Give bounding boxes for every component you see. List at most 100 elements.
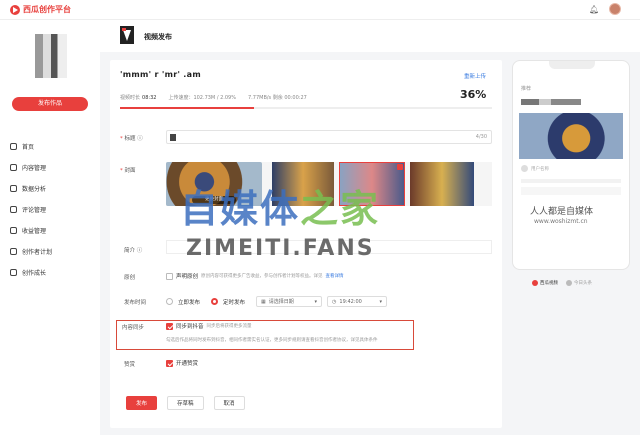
upload-progress-bar <box>120 107 492 109</box>
chart-icon <box>10 185 17 192</box>
preview-cover-image <box>519 113 623 159</box>
speed-stat: 上传速度：102.73M / 2.09% <box>168 95 236 101</box>
publish-time-label: 发布时间 <box>124 300 147 306</box>
home-icon <box>10 143 17 150</box>
plan-icon <box>10 248 17 255</box>
sync-highlight-box <box>116 320 414 350</box>
chevron-down-icon: ▾ <box>314 298 318 305</box>
calendar-icon: ▦ <box>261 298 266 305</box>
declare-hint: 原创内容可获得更多广告收益，参与创作者计划等权益。详见 <box>201 274 323 279</box>
praise-checkbox[interactable] <box>166 359 173 367</box>
size-stat: 7.77MB/s 剩余 00:00:27 <box>248 95 307 101</box>
phone-notch <box>549 61 595 69</box>
tab-toutiao[interactable]: 今日头条 <box>566 280 592 286</box>
upload-percent: 36% <box>460 88 487 101</box>
praise-option: 开通赞赏 <box>176 361 199 367</box>
praise-row: 开通赞赏 <box>166 359 198 367</box>
sidebar-item-label: 收益管理 <box>22 228 47 235</box>
brand[interactable]: 西瓜创作平台 <box>10 4 71 15</box>
preview-author: 用户名称 <box>521 165 549 172</box>
duration-stat: 视频时长 08:32 <box>120 94 156 101</box>
sync-option: 同步到抖音 <box>176 324 204 330</box>
preview-feed-label: 推荐 <box>521 86 532 92</box>
scheduled-radio[interactable] <box>211 298 219 305</box>
watermark-en: ZIMEITI.FANS <box>186 236 375 261</box>
video-publish-logo-icon <box>120 26 134 44</box>
sidebar-item-analytics[interactable]: 数据分析 <box>10 178 96 199</box>
chevron-down-icon: ▾ <box>379 298 383 305</box>
content-icon <box>10 164 17 171</box>
publish-now-label: 立即发布 <box>178 299 201 306</box>
watermark-cn: 自媒体之家 <box>180 187 381 231</box>
time-value: 19:42:00 <box>339 298 362 305</box>
sidebar-item-content[interactable]: 内容管理 <box>10 157 96 178</box>
title-input[interactable]: 4/30 <box>166 130 492 144</box>
top-bar: 西瓜创作平台 🔔︎ <box>0 0 640 20</box>
tab-xigua[interactable]: 西瓜视频 <box>532 280 558 286</box>
xigua-logo-icon <box>10 4 20 15</box>
publish-button[interactable]: 发布 <box>126 396 158 410</box>
action-row: 发布 存草稿 取消 <box>126 396 245 410</box>
xigua-icon <box>532 280 538 286</box>
watermark-slogan: 人人都是自媒体 <box>530 207 594 217</box>
page-header: 视频发布 <box>100 20 640 52</box>
upload-progress-fill <box>120 107 254 109</box>
publish-now-radio[interactable] <box>166 298 173 305</box>
mobile-preview: 推荐 用户名称 <box>512 60 630 270</box>
file-name: 'mmm' r 'mr' .am <box>120 70 201 79</box>
sidebar-item-comments[interactable]: 评论管理 <box>10 199 96 220</box>
toutiao-icon <box>566 280 572 286</box>
save-draft-button[interactable]: 存草稿 <box>167 396 204 410</box>
preview-placeholder <box>521 179 621 183</box>
profile-avatar[interactable] <box>35 34 67 78</box>
cover-label: * 封面 <box>120 168 136 174</box>
upload-stats: 视频时长 08:32 上传速度：102.73M / 2.09% 7.77MB/s … <box>120 94 307 101</box>
sidebar-item-label: 评论管理 <box>22 207 47 214</box>
preview-placeholder <box>521 187 621 195</box>
reupload-link[interactable]: 重新上传 <box>464 72 486 80</box>
declare-row: 声明原创 原创内容可获得更多广告收益，参与创作者计划等权益。详见 查看详情 <box>166 272 344 280</box>
brand-name: 西瓜创作平台 <box>23 5 71 14</box>
page-title: 视频发布 <box>144 33 172 41</box>
sidebar-item-home[interactable]: 首页 <box>10 136 96 157</box>
tab-label: 西瓜视频 <box>540 281 558 286</box>
tab-label: 今日头条 <box>574 281 592 286</box>
scheduled-label: 定时发布 <box>223 299 246 306</box>
bell-icon[interactable]: 🔔︎ <box>589 5 599 14</box>
sidebar-nav: 首页 内容管理 数据分析 评论管理 收益管理 创作者计划 创作成长 <box>10 136 96 283</box>
declare-checkbox[interactable] <box>166 272 173 280</box>
declare-option: 声明原创 <box>176 274 199 280</box>
watermark-url: www.woshizmt.cn <box>534 218 588 225</box>
sidebar-item-label: 数据分析 <box>22 186 47 193</box>
sync-douyin-checkbox[interactable] <box>166 322 173 330</box>
clock-icon: ◷ <box>332 298 337 305</box>
sidebar-item-growth[interactable]: 创作成长 <box>10 262 96 283</box>
cover-option[interactable] <box>410 162 474 206</box>
declare-label: 原创 <box>124 275 136 281</box>
time-picker[interactable]: ◷ 19:42:00 ▾ <box>327 296 388 307</box>
sync-label: 内容同步 <box>122 325 145 331</box>
sync-hint: 同步后将获得更多流量 <box>206 324 252 329</box>
title-value <box>170 134 176 141</box>
cancel-button[interactable]: 取消 <box>213 396 245 410</box>
sidebar: 发布作品 首页 内容管理 数据分析 评论管理 收益管理 创作者计划 创作成长 <box>0 20 100 435</box>
selected-badge-icon <box>397 164 403 170</box>
sync-row: 同步到抖音 同步后将获得更多流量 <box>166 322 252 330</box>
duration-label: 视频时长 <box>120 95 141 101</box>
desc-label: 简介 ⓘ <box>124 248 143 254</box>
declare-detail-link[interactable]: 查看详情 <box>326 273 344 279</box>
duration-value: 08:32 <box>142 95 157 101</box>
sidebar-item-label: 内容管理 <box>22 165 47 172</box>
sidebar-item-creator-plan[interactable]: 创作者计划 <box>10 241 96 262</box>
title-label: * 标题 ⓘ <box>120 136 143 142</box>
title-char-count: 4/30 <box>475 134 487 140</box>
publish-work-button[interactable]: 发布作品 <box>12 97 88 111</box>
sync-detail: 勾选后作品将同时发布到抖音，相同作者需实名认证，更多同步规则请查看抖音创作者协议… <box>166 338 378 343</box>
income-icon <box>10 227 17 234</box>
user-avatar[interactable] <box>609 3 621 15</box>
sidebar-item-income[interactable]: 收益管理 <box>10 220 96 241</box>
publish-time-row: 立即发布 定时发布 ▦ 请选择日期 ▾ ◷ 19:42:00 ▾ <box>166 296 388 307</box>
sidebar-item-label: 创作成长 <box>22 270 47 277</box>
date-picker[interactable]: ▦ 请选择日期 ▾ <box>256 296 323 307</box>
growth-icon <box>10 269 17 276</box>
